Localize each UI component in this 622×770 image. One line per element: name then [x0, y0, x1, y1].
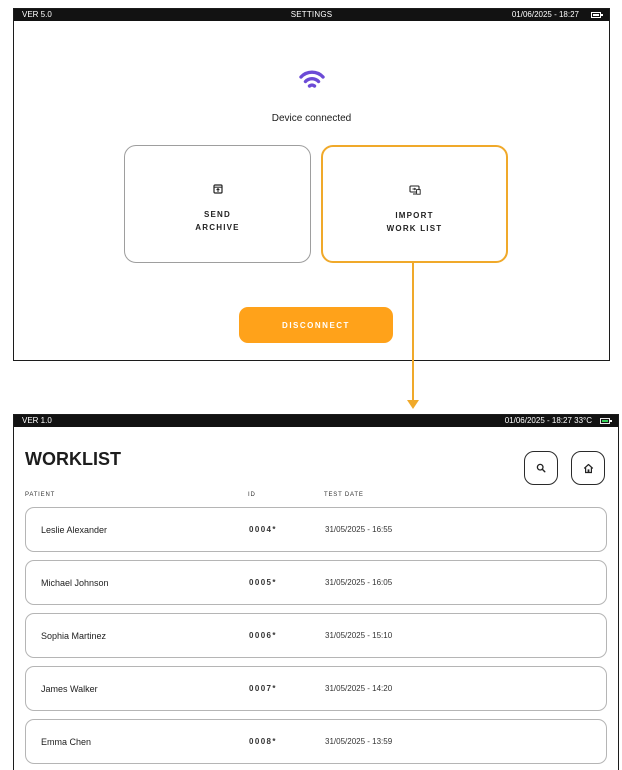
- column-header-test-date: TEST DATE: [324, 492, 364, 498]
- table-row[interactable]: James Walker 0007* 31/05/2025 - 14:20: [25, 666, 607, 711]
- battery-icon: [600, 418, 612, 424]
- patient-id: 0008*: [249, 737, 277, 746]
- test-date: 31/05/2025 - 16:05: [325, 578, 393, 587]
- disconnect-button[interactable]: DISCONNECT: [239, 307, 393, 343]
- column-header-id: ID: [248, 492, 256, 498]
- battery-icon: [591, 12, 603, 18]
- settings-screen: VER 5.0 SETTINGS 01/06/2025 - 18:27 Devi…: [13, 8, 610, 361]
- home-icon: [583, 463, 593, 473]
- flow-connector-line: [412, 262, 414, 404]
- table-row[interactable]: Leslie Alexander 0004* 31/05/2025 - 16:5…: [25, 507, 607, 552]
- page-title: WORKLIST: [25, 449, 121, 469]
- test-date: 31/05/2025 - 14:20: [325, 684, 393, 693]
- status-bar: VER 5.0 SETTINGS 01/06/2025 - 18:27: [14, 9, 609, 21]
- home-button[interactable]: [571, 451, 605, 485]
- patient-id: 0006*: [249, 631, 277, 640]
- patient-id: 0005*: [249, 578, 277, 587]
- flow-arrow-icon: [407, 400, 419, 409]
- send-archive-button[interactable]: SEND ARCHIVE: [124, 145, 311, 263]
- import-worklist-line2: WORK LIST: [386, 224, 443, 233]
- connection-status: Device connected: [271, 113, 352, 124]
- patient-name: Emma Chen: [41, 737, 92, 747]
- column-header-patient: PATIENT: [25, 492, 56, 498]
- patient-id: 0004*: [249, 525, 277, 534]
- import-screen-icon: [408, 185, 421, 195]
- worklist-screen: VER 1.0 01/06/2025 - 18:27 33°C WORKLIST…: [13, 414, 619, 770]
- search-button[interactable]: [524, 451, 558, 485]
- wifi-icon: [299, 70, 325, 88]
- status-bar: VER 1.0 01/06/2025 - 18:27 33°C: [14, 415, 618, 427]
- archive-upload-icon: [212, 184, 223, 194]
- version-label: VER 1.0: [22, 416, 52, 425]
- table-row[interactable]: Sophia Martinez 0006* 31/05/2025 - 15:10: [25, 613, 607, 658]
- test-date: 31/05/2025 - 13:59: [325, 737, 393, 746]
- patient-id: 0007*: [249, 684, 277, 693]
- search-icon: [536, 463, 546, 473]
- datetime-label: 01/06/2025 - 18:27: [511, 10, 579, 19]
- import-worklist-line1: IMPORT: [395, 211, 434, 220]
- patient-name: James Walker: [41, 684, 98, 694]
- send-archive-line1: SEND: [203, 210, 232, 219]
- test-date: 31/05/2025 - 15:10: [325, 631, 393, 640]
- table-row[interactable]: Michael Johnson 0005* 31/05/2025 - 16:05: [25, 560, 607, 605]
- patient-name: Sophia Martinez: [41, 631, 107, 641]
- test-date: 31/05/2025 - 16:55: [325, 525, 393, 534]
- import-worklist-button[interactable]: IMPORT WORK LIST: [321, 145, 508, 263]
- datetime-temperature-label: 01/06/2025 - 18:27 33°C: [504, 416, 592, 425]
- patient-name: Michael Johnson: [41, 578, 109, 588]
- send-archive-line2: ARCHIVE: [195, 223, 240, 232]
- table-row[interactable]: Emma Chen 0008* 31/05/2025 - 13:59: [25, 719, 607, 764]
- patient-name: Leslie Alexander: [41, 525, 108, 535]
